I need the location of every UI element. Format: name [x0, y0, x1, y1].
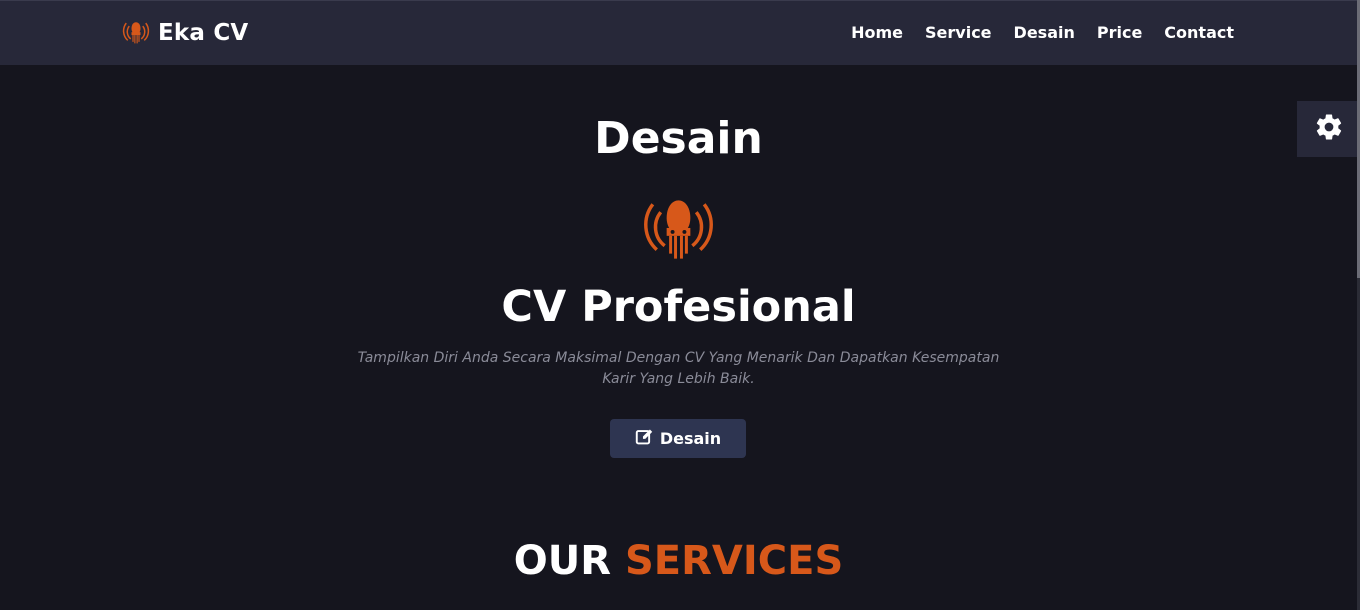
hero-heading: Desain — [594, 113, 763, 164]
octopus-logo-icon — [121, 17, 151, 49]
hero-title: CV Profesional — [501, 282, 856, 332]
services-heading-main: OUR — [513, 538, 612, 584]
brand-link[interactable]: Eka CV — [121, 16, 248, 50]
desain-button-label: Desain — [659, 429, 722, 448]
octopus-logo-icon — [639, 188, 718, 262]
brand-name: Eka CV — [158, 20, 249, 46]
hero-description: Tampilkan Diri Anda Secara Maksimal Deng… — [357, 350, 1000, 387]
services-heading: OUR SERVICES — [0, 538, 1357, 584]
nav-home[interactable]: Home — [851, 23, 903, 42]
services-heading-accent: SERVICES — [624, 538, 844, 584]
nav-desain[interactable]: Desain — [1014, 23, 1075, 42]
navbar: Eka CV Home Service Desain Price Contact — [0, 0, 1357, 65]
nav-contact[interactable]: Contact — [1164, 23, 1234, 42]
nav-menu: Home Service Desain Price Contact — [851, 23, 1234, 42]
desain-button[interactable]: Desain — [610, 419, 746, 458]
nav-price[interactable]: Price — [1097, 23, 1142, 42]
nav-service[interactable]: Service — [925, 23, 992, 42]
edit-icon — [635, 428, 654, 449]
